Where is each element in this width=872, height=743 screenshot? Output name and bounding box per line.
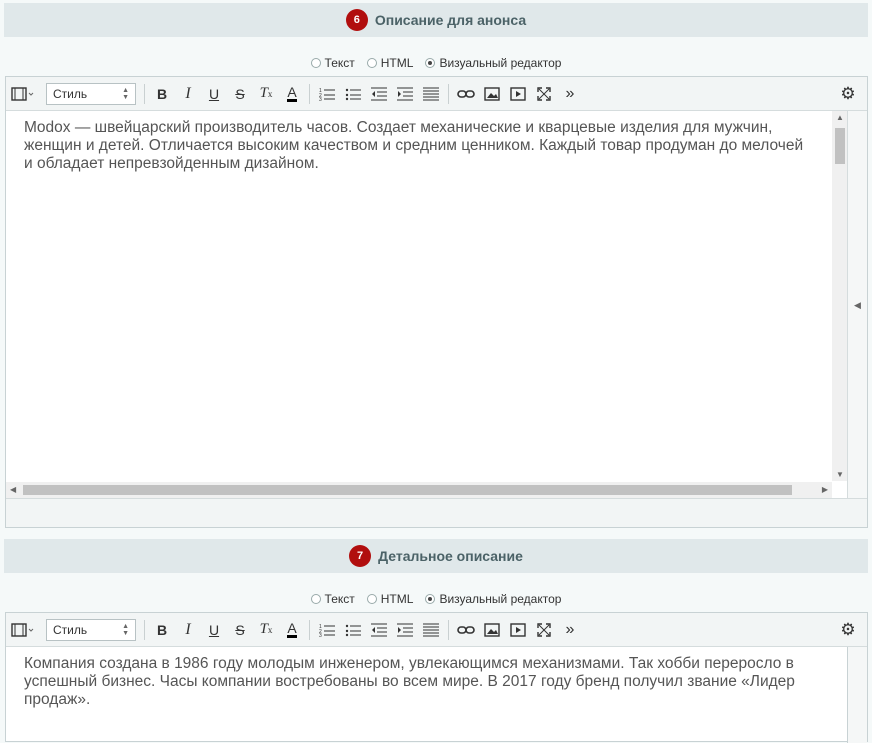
- radio-text[interactable]: [310, 594, 321, 604]
- scroll-down-arrow[interactable]: ▼: [836, 470, 844, 479]
- toolbar-divider: [309, 619, 310, 640]
- remove-format-icon[interactable]: Tx: [253, 82, 279, 106]
- mode-text-label: Текст: [324, 592, 355, 606]
- editor-content[interactable]: Modox — швейцарский производитель часов.…: [6, 111, 832, 485]
- radio-visual[interactable]: [425, 594, 436, 604]
- style-select-value: Стиль: [53, 622, 88, 637]
- underline-icon[interactable]: U: [201, 82, 227, 106]
- more-icon[interactable]: »: [557, 82, 583, 106]
- strikethrough-icon[interactable]: S: [227, 82, 253, 106]
- link-icon[interactable]: [453, 82, 479, 106]
- text-color-icon[interactable]: A: [279, 618, 305, 642]
- text-color-icon[interactable]: A: [279, 82, 305, 106]
- mode-text-label: Текст: [324, 56, 355, 70]
- mode-text-option[interactable]: Текст: [310, 592, 355, 606]
- ordered-list-icon[interactable]: 123: [314, 82, 340, 106]
- italic-icon[interactable]: I: [175, 618, 201, 642]
- mode-visual-label: Визуальный редактор: [439, 592, 562, 606]
- unordered-list-icon[interactable]: [340, 618, 366, 642]
- section-title: Описание для анонса: [374, 12, 527, 28]
- snippets-icon[interactable]: [6, 618, 40, 642]
- step-badge: 7: [349, 545, 372, 567]
- svg-text:3: 3: [319, 633, 322, 637]
- mode-text-option[interactable]: Текст: [310, 56, 355, 70]
- fullscreen-icon[interactable]: [531, 82, 557, 106]
- video-icon[interactable]: [505, 82, 531, 106]
- editor-text: Modox — швейцарский производитель часов.…: [24, 119, 804, 172]
- bold-icon[interactable]: B: [149, 618, 175, 642]
- mode-html-option[interactable]: HTML: [366, 56, 414, 70]
- editor-status-bar: [6, 498, 867, 527]
- fullscreen-icon[interactable]: [531, 618, 557, 642]
- vertical-scroll-thumb[interactable]: [835, 128, 845, 164]
- underline-icon[interactable]: U: [201, 618, 227, 642]
- style-select-value: Стиль: [53, 86, 88, 101]
- horizontal-scroll-thumb[interactable]: [23, 485, 792, 495]
- toolbar-divider: [144, 619, 145, 640]
- horizontal-scrollbar[interactable]: ◀ ▶: [6, 482, 832, 498]
- editor-mode-selector: Текст HTML Визуальный редактор: [0, 590, 872, 608]
- radio-html[interactable]: [366, 594, 377, 604]
- video-icon[interactable]: [505, 618, 531, 642]
- mode-visual-option[interactable]: Визуальный редактор: [425, 56, 561, 70]
- remove-format-icon[interactable]: Tx: [253, 618, 279, 642]
- editor-mode-selector: Текст HTML Визуальный редактор: [0, 54, 872, 72]
- image-icon[interactable]: [479, 82, 505, 106]
- snippets-icon[interactable]: [6, 82, 40, 106]
- editor-toolbar: Стиль ▲ ▼ B I U S Tx A 123 » ⚙: [6, 613, 867, 647]
- justify-icon[interactable]: [418, 618, 444, 642]
- visual-editor-announce: Стиль ▲ ▼ B I U S Tx A 123 » ⚙ Modox — шве…: [5, 76, 868, 528]
- ordered-list-icon[interactable]: 123: [314, 618, 340, 642]
- mode-visual-option[interactable]: Визуальный редактор: [425, 592, 561, 606]
- image-icon[interactable]: [479, 618, 505, 642]
- settings-icon[interactable]: ⚙: [835, 618, 861, 642]
- italic-icon[interactable]: I: [175, 82, 201, 106]
- indent-icon[interactable]: [392, 82, 418, 106]
- justify-icon[interactable]: [418, 82, 444, 106]
- mode-html-option[interactable]: HTML: [366, 592, 414, 606]
- section-header-announce: 6 Описание для анонса: [4, 3, 868, 37]
- outdent-icon[interactable]: [366, 618, 392, 642]
- bold-icon[interactable]: B: [149, 82, 175, 106]
- scroll-up-arrow[interactable]: ▲: [836, 113, 844, 122]
- mode-html-label: HTML: [380, 592, 414, 606]
- toolbar-divider: [144, 83, 145, 104]
- mode-visual-label: Визуальный редактор: [439, 56, 562, 70]
- radio-text[interactable]: [310, 58, 321, 68]
- toolbar-divider: [448, 83, 449, 104]
- more-icon[interactable]: »: [557, 618, 583, 642]
- vertical-scrollbar[interactable]: ▲ ▼: [832, 111, 848, 481]
- settings-icon[interactable]: ⚙: [835, 82, 861, 106]
- mode-html-label: HTML: [380, 56, 414, 70]
- radio-html[interactable]: [366, 58, 377, 68]
- scroll-right-arrow[interactable]: ▶: [822, 485, 828, 494]
- chevron-down-icon: ▲ ▼: [122, 86, 129, 101]
- indent-icon[interactable]: [392, 618, 418, 642]
- outdent-icon[interactable]: [366, 82, 392, 106]
- chevron-left-icon: ◀: [854, 299, 861, 310]
- step-badge: 6: [345, 9, 368, 31]
- visual-editor-detail: Стиль ▲ ▼ B I U S Tx A 123 » ⚙ Компания со…: [5, 612, 868, 743]
- toolbar-divider: [448, 619, 449, 640]
- editor-toolbar: Стиль ▲ ▼ B I U S Tx A 123 » ⚙: [6, 77, 867, 111]
- style-select[interactable]: Стиль ▲ ▼: [46, 82, 136, 105]
- chevron-down-icon: ▲ ▼: [122, 622, 129, 637]
- section-header-detail: 7 Детальное описание: [4, 539, 868, 573]
- side-panel-toggle[interactable]: ◀: [847, 111, 867, 499]
- strikethrough-icon[interactable]: S: [227, 618, 253, 642]
- radio-visual[interactable]: [425, 58, 436, 68]
- unordered-list-icon[interactable]: [340, 82, 366, 106]
- link-icon[interactable]: [453, 618, 479, 642]
- style-select[interactable]: Стиль ▲ ▼: [46, 618, 136, 641]
- scroll-left-arrow[interactable]: ◀: [10, 485, 16, 494]
- section-title: Детальное описание: [378, 548, 523, 564]
- editor-text: Компания создана в 1986 году молодым инж…: [24, 655, 795, 708]
- svg-text:3: 3: [319, 97, 322, 101]
- toolbar-divider: [309, 83, 310, 104]
